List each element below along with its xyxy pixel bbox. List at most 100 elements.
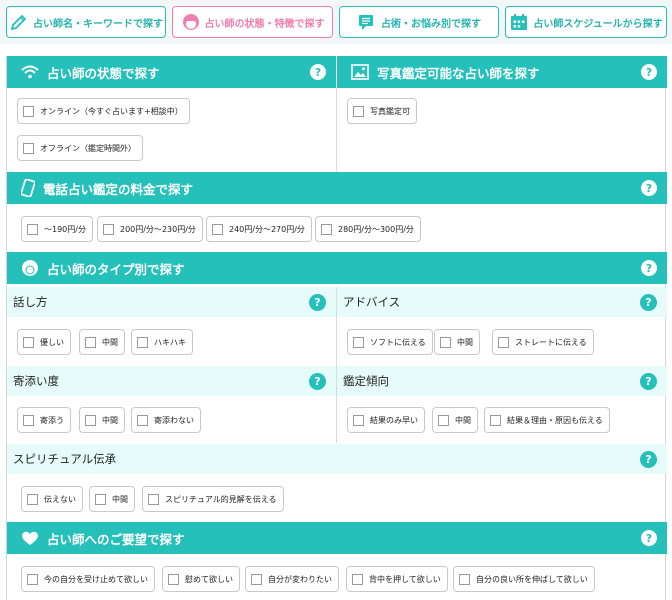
subsection-title: アドバイス	[343, 295, 401, 309]
checkbox-label: ソフトに伝える	[370, 337, 426, 347]
checkbox-spiritual-middle[interactable]: 中間	[89, 486, 135, 512]
checkbox-box[interactable]	[353, 105, 364, 117]
checkbox-box[interactable]	[168, 573, 179, 585]
column-divider	[336, 88, 337, 172]
checkbox-label: 慰めて欲しい	[185, 574, 233, 584]
checkbox-box[interactable]	[137, 414, 148, 426]
checkbox-box[interactable]	[251, 573, 262, 585]
tab-schedule-search[interactable]: 占い師スケジュールから探す	[505, 6, 667, 38]
checkbox-box[interactable]	[353, 336, 364, 348]
help-icon[interactable]: ?	[641, 530, 657, 546]
checkbox-spiritual-none[interactable]: 伝えない	[21, 486, 83, 512]
checkbox-spiritual-share[interactable]: スピリチュアル的見解を伝える	[142, 486, 284, 512]
checkbox-label: 自分が変わりたい	[268, 574, 332, 584]
checkbox-box[interactable]	[321, 223, 332, 235]
tab-label: 占い師スケジュールから探す	[533, 18, 663, 30]
checkbox-price-1[interactable]: 〜190円/分	[21, 216, 93, 242]
checkbox-box[interactable]	[23, 105, 34, 117]
checkbox-speaking-middle[interactable]: 中間	[79, 329, 125, 355]
checkbox-request-comfort[interactable]: 慰めて欲しい	[162, 566, 240, 592]
checkbox-tendency-with-reason[interactable]: 結果＆理由・原因も伝える	[484, 407, 610, 433]
subsection-title: 話し方	[13, 295, 48, 309]
checkbox-box[interactable]	[23, 336, 34, 348]
pencil-icon	[10, 14, 27, 31]
help-icon[interactable]: ?	[640, 294, 657, 311]
tab-state-feature-search[interactable]: 占い師の状態・特徴で探す	[172, 6, 333, 38]
checkbox-box[interactable]	[440, 336, 451, 348]
reading-tendency-subheader: 鑑定傾向 ?	[337, 366, 667, 396]
empathy-subheader: 寄添い度 ?	[7, 366, 336, 396]
section-title: 電話占い鑑定の料金で探す	[43, 181, 194, 197]
checkbox-box[interactable]	[148, 493, 159, 505]
checkbox-advice-middle[interactable]: 中間	[434, 329, 480, 355]
tab-label: 占術・お悩み別で探す	[381, 18, 481, 30]
help-icon[interactable]: ?	[641, 64, 657, 80]
section-title: 占い師の状態で探す	[47, 65, 160, 81]
checkbox-label: 中間	[102, 337, 118, 347]
checkbox-box[interactable]	[27, 493, 38, 505]
checkbox-request-change-self[interactable]: 自分が変わりたい	[245, 566, 339, 592]
image-icon	[351, 64, 369, 80]
search-panel: 占い師の状態で探す ? 写真鑑定可能な占い師を探す ? オンライン（今すぐ占いま…	[6, 56, 667, 600]
help-icon[interactable]: ?	[640, 373, 657, 390]
checkbox-box[interactable]	[23, 142, 34, 154]
checkbox-offline[interactable]: オフライン（鑑定時間外）	[17, 135, 143, 161]
checkbox-price-3[interactable]: 240円/分〜270円/分	[206, 216, 312, 242]
checkbox-empathy-middle[interactable]: 中間	[79, 407, 125, 433]
checkbox-price-4[interactable]: 280円/分〜300円/分	[315, 216, 421, 242]
checkbox-empathy-close[interactable]: 寄添う	[17, 407, 71, 433]
checkbox-box[interactable]	[352, 573, 363, 585]
checkbox-box[interactable]	[498, 336, 509, 348]
checkbox-label: スピリチュアル的見解を伝える	[165, 494, 277, 504]
checkbox-photo-reading[interactable]: 写真鑑定可	[347, 98, 417, 124]
spiritual-subheader: スピリチュアル伝承 ?	[7, 444, 667, 474]
checkbox-label: 結果のみ早い	[370, 415, 418, 425]
checkbox-tendency-middle[interactable]: 中間	[432, 407, 478, 433]
checkbox-box[interactable]	[85, 414, 96, 426]
checkbox-box[interactable]	[27, 223, 38, 235]
checkbox-label: オフライン（鑑定時間外）	[40, 143, 136, 153]
tab-divination-concern-search[interactable]: 占術・お悩み別で探す	[339, 6, 499, 38]
checkbox-box[interactable]	[137, 336, 148, 348]
checkbox-box[interactable]	[490, 414, 501, 426]
checkbox-label: 伝えない	[44, 494, 76, 504]
checkbox-advice-straight[interactable]: ストレートに伝える	[492, 329, 594, 355]
help-icon[interactable]: ?	[641, 180, 657, 196]
checkbox-box[interactable]	[353, 414, 364, 426]
checkbox-request-accept-me[interactable]: 今の自分を受け止めて欲しい	[21, 566, 155, 592]
checkbox-box[interactable]	[459, 573, 470, 585]
help-icon[interactable]: ?	[641, 260, 657, 276]
checkbox-online[interactable]: オンライン（今すぐ占います+相談中）	[17, 98, 190, 124]
status-section-header: 占い師の状態で探す ?	[7, 56, 336, 88]
checkbox-request-grow-strengths[interactable]: 自分の良い所を伸ばして欲しい	[453, 566, 595, 592]
help-icon[interactable]: ?	[309, 373, 326, 390]
checkbox-price-2[interactable]: 200円/分〜230円/分	[97, 216, 203, 242]
checkbox-box[interactable]	[103, 223, 114, 235]
checkbox-box[interactable]	[23, 414, 34, 426]
checkbox-request-push[interactable]: 背中を押して欲しい	[346, 566, 448, 592]
checkbox-label: 中間	[102, 415, 118, 425]
checkbox-box[interactable]	[85, 336, 96, 348]
checkbox-box[interactable]	[95, 493, 106, 505]
checkbox-speaking-gentle[interactable]: 優しい	[17, 329, 71, 355]
checkbox-label: 寄添わない	[154, 415, 194, 425]
tab-keyword-search[interactable]: 占い師名・キーワードで探す	[6, 6, 166, 38]
checkbox-empathy-distant[interactable]: 寄添わない	[131, 407, 201, 433]
help-icon[interactable]: ?	[640, 451, 657, 468]
checkbox-box[interactable]	[27, 573, 38, 585]
checkbox-box[interactable]	[212, 223, 223, 235]
checkbox-label: 今の自分を受け止めて欲しい	[44, 574, 148, 584]
price-section-header: 電話占い鑑定の料金で探す ?	[7, 172, 667, 204]
checkbox-box[interactable]	[438, 414, 449, 426]
checkbox-label: 240円/分〜270円/分	[229, 224, 305, 234]
checkbox-label: 背中を押して欲しい	[369, 574, 441, 584]
tab-label: 占い師の状態・特徴で探す	[204, 18, 325, 30]
checkbox-advice-soft[interactable]: ソフトに伝える	[347, 329, 433, 355]
photo-section-header: 写真鑑定可能な占い師を探す ?	[337, 56, 667, 88]
checkbox-tendency-result-only[interactable]: 結果のみ早い	[347, 407, 425, 433]
help-icon[interactable]: ?	[309, 294, 326, 311]
checkbox-label: 優しい	[40, 337, 64, 347]
help-icon[interactable]: ?	[310, 64, 326, 80]
checkbox-speaking-crisp[interactable]: ハキハキ	[131, 329, 193, 355]
tab-label: 占い師名・キーワードで探す	[33, 18, 163, 30]
